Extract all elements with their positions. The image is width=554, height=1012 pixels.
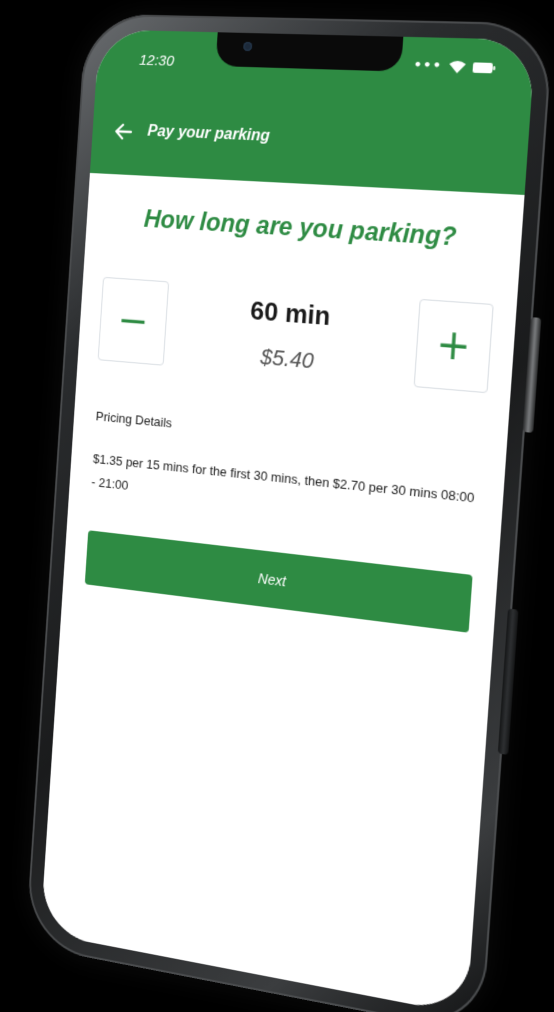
stage: 12:30 ••• Pay your parking How long are … — [0, 0, 554, 1012]
duration-stepper: − 60 min $5.40 + — [97, 276, 494, 398]
status-icons: ••• — [413, 58, 496, 76]
main-content: How long are you parking? − 60 min $5.40… — [40, 172, 525, 1012]
phone-mockup: 12:30 ••• Pay your parking How long are … — [25, 13, 554, 1012]
duration-question: How long are you parking? — [143, 205, 458, 252]
notch — [215, 32, 404, 72]
wifi-icon — [448, 59, 468, 74]
next-button[interactable]: Next — [84, 530, 473, 633]
pricing-details-heading: Pricing Details — [95, 408, 173, 431]
phone-screen: 12:30 ••• Pay your parking How long are … — [40, 29, 536, 1012]
more-dots-icon: ••• — [413, 57, 443, 74]
camera-icon — [243, 41, 253, 52]
page-title: Pay your parking — [146, 122, 271, 145]
battery-icon — [472, 61, 496, 74]
pricing-details-text: $1.35 per 15 mins for the first 30 mins,… — [91, 451, 476, 506]
increase-duration-button[interactable]: + — [413, 298, 494, 394]
arrow-left-icon[interactable] — [112, 119, 135, 143]
status-time: 12:30 — [138, 51, 175, 70]
